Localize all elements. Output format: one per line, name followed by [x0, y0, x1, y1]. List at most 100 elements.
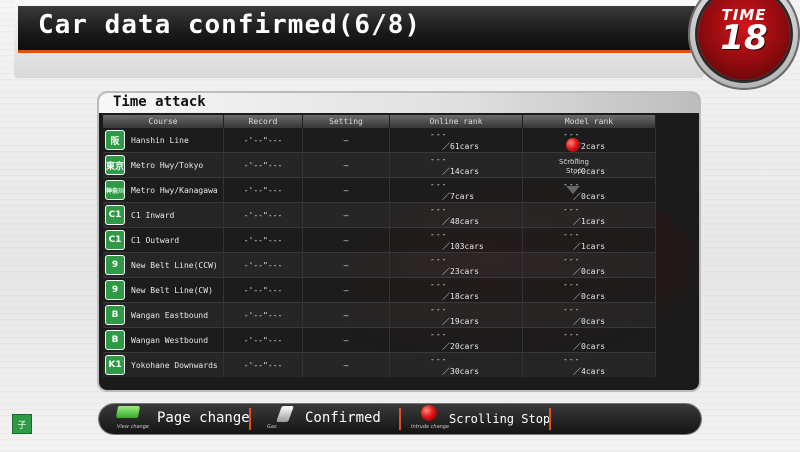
setting-cell: —: [302, 127, 390, 153]
model-rank-cell: --- ／0cars: [522, 327, 656, 353]
model-rank-value: ---: [563, 280, 581, 289]
scroll-stop-button-icon[interactable]: [566, 138, 580, 152]
course-name: C1 Outward: [131, 235, 180, 245]
scroll-label-line2: Stop: [566, 167, 582, 175]
page-title: Car data confirmed(6/8): [38, 10, 422, 40]
course-name: Wangan Westbound: [131, 335, 209, 345]
route-badge-icon: 東京: [105, 155, 125, 175]
online-rank-value: ---: [430, 355, 448, 364]
model-rank-value: ---: [563, 330, 581, 339]
online-rank-total: ／14cars: [442, 167, 479, 176]
model-rank-value: ---: [563, 305, 581, 314]
setting-cell: —: [302, 252, 390, 278]
online-rank-total: ／7cars: [442, 192, 475, 201]
page-change-control[interactable]: View change Page change: [99, 404, 250, 434]
model-rank-cell: --- ／0cars: [522, 277, 656, 303]
route-badge-icon: 9: [105, 280, 125, 300]
panel-title: Time attack: [113, 94, 206, 110]
scroll-stop-label: Scrolling Stop: [553, 158, 595, 176]
record-cell: -'--"---: [223, 277, 303, 303]
route-badge-icon: B: [105, 330, 125, 350]
online-rank-value: ---: [430, 280, 448, 289]
model-rank-total: ／0cars: [573, 292, 606, 301]
course-name: Yokohane Downwards: [131, 360, 218, 370]
model-rank-cell: --- ／2cars: [522, 127, 656, 153]
model-rank-cell: --- ／0cars: [522, 252, 656, 278]
route-badge-icon: 阪: [105, 130, 125, 150]
table-row: C1 C1 Outward -'--"--- — --- ／103cars --- ／1car…: [103, 227, 656, 253]
course-cell: K1 Yokohane Downwards: [103, 352, 224, 377]
scrolling-stop-control[interactable]: Intrude change Scrolling Stop: [401, 404, 601, 434]
setting-cell: —: [302, 227, 390, 253]
course-cell: 9 New Belt Line(CCW): [103, 252, 224, 278]
column-header-setting: Setting: [302, 115, 390, 128]
online-rank-cell: --- ／61cars: [389, 127, 523, 153]
table-row: 9 New Belt Line(CCW) -'--"--- — --- ／23cars --…: [103, 252, 656, 278]
page-change-label: Page change: [157, 410, 250, 426]
column-header-record: Record: [223, 115, 303, 128]
course-cell: C1 C1 Outward: [103, 227, 224, 253]
model-rank-cell: --- ／1cars: [522, 202, 656, 228]
online-rank-value: ---: [430, 130, 448, 139]
online-rank-value: ---: [430, 330, 448, 339]
scrolling-stop-label: Scrolling Stop: [449, 412, 551, 426]
control-bar: View change Page change Gas Confirmed In…: [99, 404, 701, 434]
record-cell: -'--"---: [223, 202, 303, 228]
scroll-down-arrow-icon[interactable]: [566, 186, 580, 194]
confirmed-caption: Gas: [267, 424, 277, 430]
record-cell: -'--"---: [223, 352, 303, 377]
setting-cell: —: [302, 327, 390, 353]
time-attack-panel: Time attack Course Record Setting Online…: [99, 93, 699, 390]
model-rank-total: ／1cars: [573, 242, 606, 251]
online-rank-cell: --- ／30cars: [389, 352, 523, 377]
scroll-label-line1: Scrolling: [558, 158, 589, 166]
model-rank-value: ---: [563, 205, 581, 214]
column-header-online-rank: Online rank: [389, 115, 523, 128]
record-cell: -'--"---: [223, 327, 303, 353]
course-cell: 9 New Belt Line(CW): [103, 277, 224, 303]
online-rank-total: ／48cars: [442, 217, 479, 226]
online-rank-cell: --- ／18cars: [389, 277, 523, 303]
online-rank-total: ／18cars: [442, 292, 479, 301]
online-rank-cell: --- ／20cars: [389, 327, 523, 353]
model-rank-cell: --- ／0cars: [522, 302, 656, 328]
online-rank-value: ---: [430, 305, 448, 314]
online-rank-cell: --- ／48cars: [389, 202, 523, 228]
online-rank-value: ---: [430, 230, 448, 239]
gas-pedal-icon: [276, 406, 294, 422]
record-cell: -'--"---: [223, 252, 303, 278]
course-name: Wangan Eastbound: [131, 310, 209, 320]
route-badge-icon: 9: [105, 255, 125, 275]
scroll-area: [649, 128, 699, 390]
model-rank-cell: --- ／0cars: [522, 177, 656, 203]
course-name: New Belt Line(CW): [131, 285, 213, 295]
route-badge-icon: C1: [105, 230, 125, 250]
online-rank-total: ／20cars: [442, 342, 479, 351]
online-rank-cell: --- ／14cars: [389, 152, 523, 178]
brake-pedal-icon: [115, 406, 141, 418]
table-row: B Wangan Eastbound -'--"--- — --- ／19cars --- ／…: [103, 302, 656, 328]
course-name: C1 Inward: [131, 210, 175, 220]
course-cell: B Wangan Eastbound: [103, 302, 224, 328]
model-rank-total: ／4cars: [573, 367, 606, 376]
model-rank-value: ---: [563, 355, 581, 364]
divider: [549, 408, 551, 430]
record-cell: -'--"---: [223, 302, 303, 328]
route-badge-icon: K1: [105, 355, 125, 375]
course-name: New Belt Line(CCW): [131, 260, 218, 270]
setting-cell: —: [302, 177, 390, 203]
setting-cell: —: [302, 277, 390, 303]
setting-cell: —: [302, 302, 390, 328]
model-rank-cell: --- ／1cars: [522, 227, 656, 253]
confirmed-label: Confirmed: [305, 410, 381, 426]
timer-value: 18: [720, 18, 768, 58]
setting-cell: —: [302, 352, 390, 377]
course-cell: 阪 Hanshin Line: [103, 127, 224, 153]
online-rank-value: ---: [430, 205, 448, 214]
course-cell: C1 C1 Inward: [103, 202, 224, 228]
confirmed-control[interactable]: Gas Confirmed: [251, 404, 399, 434]
setting-cell: —: [302, 202, 390, 228]
online-rank-cell: --- ／7cars: [389, 177, 523, 203]
online-rank-value: ---: [430, 180, 448, 189]
online-rank-value: ---: [430, 155, 448, 164]
